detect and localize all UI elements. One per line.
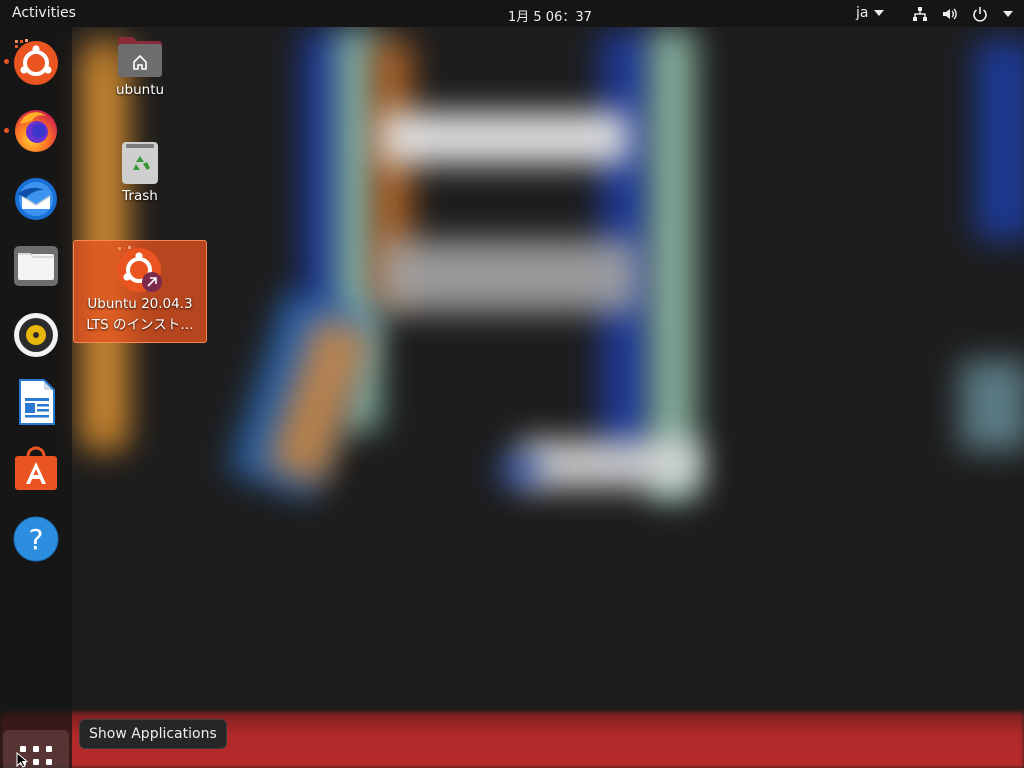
desktop-icon-installer-label-line2: LTS のインスト… <box>86 317 194 333</box>
desktop-icon-home-label: ubuntu <box>115 82 165 98</box>
dock-item-thunderbird[interactable] <box>12 174 60 222</box>
dock: ? <box>0 27 72 768</box>
dock-item-ubuntu-software[interactable] <box>12 446 60 494</box>
input-method-indicator[interactable]: ja <box>856 5 868 21</box>
clock[interactable]: 1月 5 06：37 <box>508 6 592 25</box>
volume-icon <box>942 6 958 22</box>
desktop-icon-trash-label: Trash <box>122 188 158 204</box>
rhythmbox-icon <box>14 313 58 357</box>
show-applications-button[interactable] <box>3 730 69 768</box>
software-icon <box>15 446 57 490</box>
files-icon <box>14 246 58 286</box>
svg-text:?: ? <box>29 523 44 556</box>
dock-item-rhythmbox[interactable] <box>12 310 60 358</box>
system-menu[interactable] <box>912 4 1014 24</box>
network-wired-icon <box>912 6 928 22</box>
running-indicator <box>4 128 9 133</box>
help-icon: ? <box>13 516 59 562</box>
dock-item-libreoffice-writer[interactable] <box>12 378 60 426</box>
desktop-icon-ubuntu-installer[interactable]: Ubuntu 20.04.3 LTS のインスト… <box>73 240 207 343</box>
dock-item-ubuntu-installer[interactable] <box>12 38 60 86</box>
power-icon <box>972 6 988 22</box>
writer-icon <box>19 379 55 425</box>
desktop-wallpaper <box>0 0 1024 768</box>
ubuntu-installer-shortcut-icon <box>117 246 162 292</box>
mouse-cursor <box>16 752 28 768</box>
desktop-icon-installer-label-line1: Ubuntu 20.04.3 <box>87 296 193 312</box>
dock-item-firefox[interactable] <box>12 106 60 154</box>
firefox-icon <box>15 110 57 152</box>
running-indicator <box>4 59 9 64</box>
dock-item-help[interactable]: ? <box>12 514 60 562</box>
thunderbird-icon <box>15 178 57 220</box>
ubuntu-installer-icon <box>14 39 58 85</box>
desktop-icon-home[interactable]: ubuntu <box>73 34 207 104</box>
dock-item-files[interactable] <box>12 242 60 290</box>
chevron-down-icon[interactable] <box>874 10 884 16</box>
desktop-icon-trash[interactable]: Trash <box>73 140 207 210</box>
home-folder-icon <box>118 37 162 77</box>
trash-icon <box>122 142 158 184</box>
activities-button[interactable]: Activities <box>12 5 76 21</box>
chevron-down-icon <box>1002 10 1014 18</box>
top-panel: Activities 1月 5 06：37 ja <box>0 0 1024 27</box>
show-applications-tooltip: Show Applications <box>79 719 227 749</box>
